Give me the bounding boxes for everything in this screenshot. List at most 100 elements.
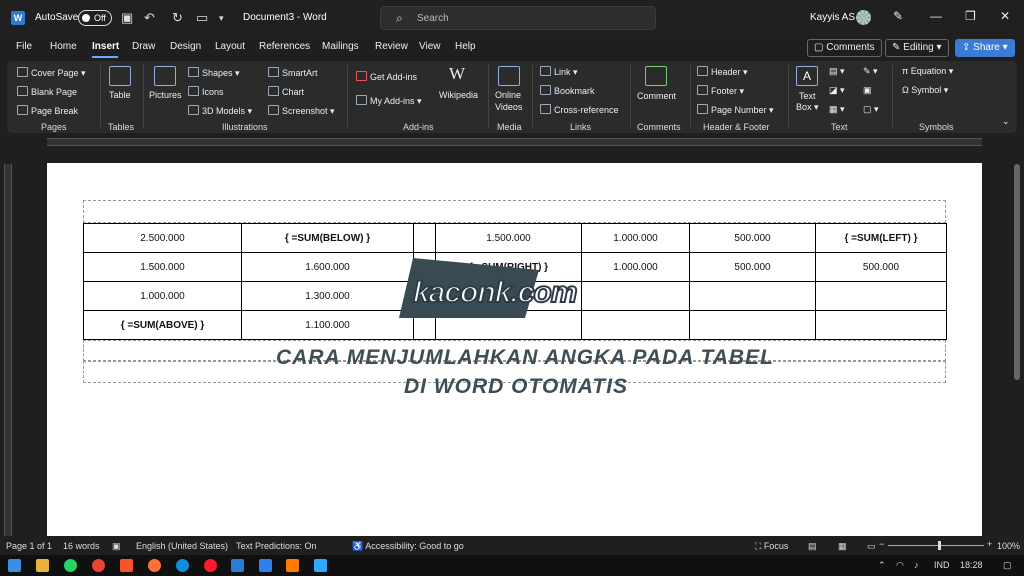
clock[interactable]: 18:28: [960, 560, 983, 570]
share-button[interactable]: ⇪ Share ▾: [955, 39, 1015, 57]
photoshop-icon[interactable]: [314, 559, 327, 572]
zoom-slider[interactable]: [888, 545, 984, 546]
my-addins-button[interactable]: My Add-ins ▾: [356, 95, 422, 107]
table-cell[interactable]: [413, 223, 436, 253]
text-box-icon[interactable]: A: [796, 66, 818, 86]
table-cell[interactable]: [581, 310, 690, 340]
tab-design[interactable]: Design: [170, 41, 201, 52]
minimize-icon[interactable]: —: [930, 9, 942, 23]
symbol-button[interactable]: Ω Symbol ▾: [902, 85, 948, 96]
link-button[interactable]: Link ▾: [540, 66, 578, 78]
header-button[interactable]: Header ▾: [697, 66, 748, 78]
tray-chevron-icon[interactable]: ⌃: [878, 560, 886, 571]
zoom-slider-thumb[interactable]: [938, 541, 941, 550]
windows-start-icon[interactable]: [8, 559, 21, 572]
smartart-button[interactable]: SmartArt: [268, 67, 318, 78]
page-number-button[interactable]: Page Number ▾: [697, 104, 774, 116]
3d-models-button[interactable]: 3D Models ▾: [188, 105, 252, 117]
pen-icon[interactable]: ✎: [893, 9, 903, 23]
table-button[interactable]: Table: [109, 90, 131, 100]
equation-button[interactable]: π Equation ▾: [902, 66, 953, 77]
table-cell[interactable]: 1.500.000: [435, 223, 582, 253]
table-cell[interactable]: 1.000.000: [83, 281, 242, 311]
accessibility-status[interactable]: ♿ Accessibility: Good to go: [352, 541, 464, 552]
page-count[interactable]: Page 1 of 1: [6, 541, 52, 551]
cross-reference-button[interactable]: Cross-reference: [540, 104, 619, 115]
zoom-in-icon[interactable]: +: [987, 539, 992, 549]
table-cell[interactable]: { =SUM(LEFT) }: [815, 223, 947, 253]
tab-review[interactable]: Review: [375, 41, 408, 52]
tab-file[interactable]: File: [16, 41, 32, 52]
tab-insert[interactable]: Insert: [92, 41, 119, 52]
date-time-icon[interactable]: ▣: [863, 85, 872, 96]
table-cell[interactable]: 1.300.000: [241, 281, 414, 311]
read-mode-icon[interactable]: ▤: [808, 541, 817, 552]
comments-button[interactable]: ▢ Comments: [807, 39, 882, 57]
volume-icon[interactable]: ♪: [914, 560, 919, 570]
table-cell[interactable]: { =SUM(BELOW) }: [241, 223, 414, 253]
blank-page-button[interactable]: Blank Page: [17, 86, 77, 97]
firefox-icon[interactable]: [148, 559, 161, 572]
input-language[interactable]: IND: [934, 560, 950, 570]
page-break-button[interactable]: Page Break: [17, 105, 78, 116]
web-layout-icon[interactable]: ▭: [867, 541, 876, 552]
table-cell[interactable]: 500.000: [689, 252, 816, 282]
table-cell[interactable]: 500.000: [689, 223, 816, 253]
save-icon[interactable]: ▣: [121, 10, 133, 26]
chart-button[interactable]: Chart: [268, 86, 304, 97]
vertical-ruler[interactable]: [4, 164, 12, 536]
online-videos-label-2[interactable]: Videos: [495, 102, 522, 112]
vertical-scrollbar[interactable]: [1014, 164, 1020, 380]
search-box[interactable]: ⌕ Search: [380, 6, 656, 30]
signature-line-icon[interactable]: ✎ ▾: [863, 66, 878, 77]
table-cell[interactable]: 500.000: [815, 252, 947, 282]
table-cell[interactable]: 2.500.000: [83, 223, 242, 253]
new-comment-button[interactable]: Comment: [637, 91, 676, 101]
file-explorer-icon[interactable]: [36, 559, 49, 572]
word-taskbar-icon[interactable]: [231, 559, 244, 572]
tab-mailings[interactable]: Mailings: [322, 41, 359, 52]
editing-button[interactable]: ✎ Editing ▾: [885, 39, 949, 57]
wikipedia-button[interactable]: Wikipedia: [439, 90, 478, 100]
table-cell[interactable]: 1.100.000: [241, 310, 414, 340]
tab-help[interactable]: Help: [455, 41, 476, 52]
autosave-toggle[interactable]: Off: [78, 10, 112, 26]
opera-icon[interactable]: [204, 559, 217, 572]
zoom-level[interactable]: 100%: [997, 541, 1020, 551]
table-cell[interactable]: 1.000.000: [581, 252, 690, 282]
table-cell[interactable]: { =SUM(ABOVE) }: [83, 310, 242, 340]
zoom-out-icon[interactable]: −: [879, 539, 884, 549]
table-cell[interactable]: [689, 281, 816, 311]
tab-references[interactable]: References: [259, 41, 310, 52]
whatsapp-icon[interactable]: [64, 559, 77, 572]
quick-parts-icon[interactable]: ▤ ▾: [829, 66, 845, 77]
icons-button[interactable]: Icons: [188, 86, 224, 97]
edge-icon[interactable]: [176, 559, 189, 572]
screenshot-button[interactable]: Screenshot ▾: [268, 105, 335, 117]
table-cell[interactable]: [581, 281, 690, 311]
empty-paragraph-row[interactable]: [83, 200, 946, 223]
chrome-icon[interactable]: [92, 559, 105, 572]
redo-icon[interactable]: ↻: [172, 10, 183, 26]
comment-icon[interactable]: [645, 66, 667, 86]
cover-page-button[interactable]: Cover Page ▾: [17, 67, 86, 79]
touch-mode-icon[interactable]: ▭: [196, 10, 208, 26]
table-cell[interactable]: 1.000.000: [581, 223, 690, 253]
table-icon[interactable]: [109, 66, 131, 86]
vscode-icon[interactable]: [259, 559, 272, 572]
customize-toolbar-icon[interactable]: ▾: [219, 13, 224, 24]
tab-draw[interactable]: Draw: [132, 41, 155, 52]
user-name[interactable]: Kayyis AS: [810, 12, 855, 23]
close-icon[interactable]: ✕: [1000, 9, 1010, 23]
proofing-icon[interactable]: ▣: [112, 541, 121, 552]
brave-icon[interactable]: [120, 559, 133, 572]
print-layout-icon[interactable]: ▦: [838, 541, 847, 552]
undo-icon[interactable]: ↶: [144, 10, 155, 26]
tab-layout[interactable]: Layout: [215, 41, 245, 52]
object-icon[interactable]: ▢ ▾: [863, 104, 879, 115]
focus-button[interactable]: ⛶ Focus: [755, 541, 788, 552]
table-cell[interactable]: [689, 310, 816, 340]
pictures-button[interactable]: Pictures: [149, 90, 182, 100]
table-cell[interactable]: [815, 310, 947, 340]
drop-cap-icon[interactable]: ▦ ▾: [829, 104, 845, 115]
